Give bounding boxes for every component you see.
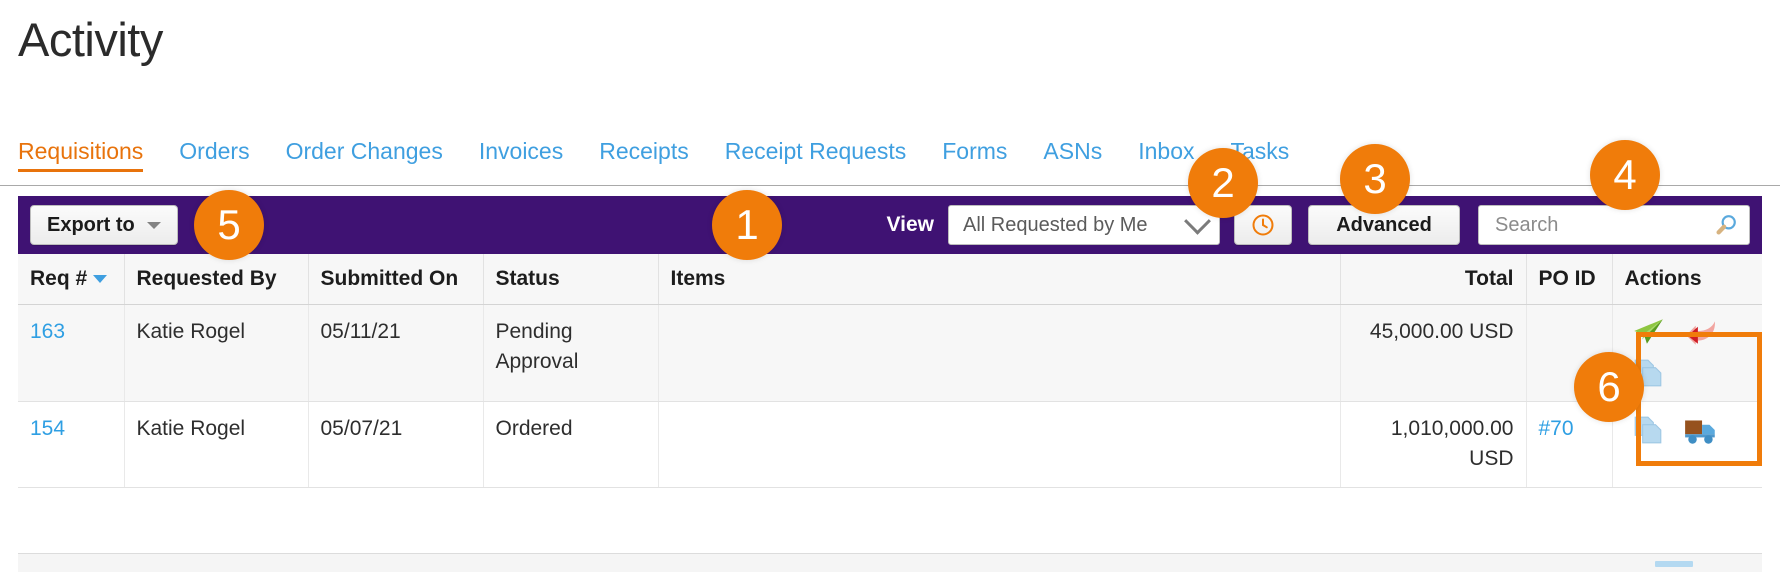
column-label: Actions (1624, 267, 1702, 290)
column-header-submitted-on[interactable]: Submitted On (308, 254, 484, 305)
footer-scroll-chip[interactable] (1655, 561, 1693, 567)
cell-requested-by: Katie Rogel (124, 401, 309, 488)
callout-marker-2: 2 (1188, 148, 1258, 218)
column-header-req[interactable]: Req # (18, 254, 125, 305)
tab-receipts[interactable]: Receipts (581, 138, 706, 174)
callout-marker-3: 3 (1340, 144, 1410, 214)
cell-status: Pending Approval (483, 304, 659, 402)
callout-marker-5: 5 (194, 190, 264, 260)
footer-bar (18, 554, 1762, 572)
column-label: Req # (30, 267, 88, 290)
column-header-status[interactable]: Status (483, 254, 659, 305)
chevron-down-icon (146, 221, 161, 229)
view-label: View (886, 213, 934, 236)
callout-marker-6: 6 (1574, 352, 1644, 422)
page-title: Activity (18, 13, 163, 66)
magnifier-icon[interactable] (1713, 212, 1739, 238)
cell-status: Ordered (483, 401, 659, 488)
tab-label: Forms (942, 138, 1008, 164)
row-action-group (1625, 317, 1751, 389)
tab-order-changes[interactable]: Order Changes (268, 138, 461, 174)
column-label: Status (495, 267, 560, 290)
cell-req[interactable]: 163 (18, 304, 125, 402)
grid-toolbar: Export to View All Requested by Me Advan… (18, 196, 1762, 254)
send-icon[interactable] (1631, 317, 1665, 347)
column-header-po-id[interactable]: PO ID (1526, 254, 1613, 305)
column-label: Items (670, 267, 726, 290)
cell-items (658, 304, 1341, 402)
cell-requested-by: Katie Rogel (124, 304, 309, 402)
cell-total: 45,000.00 USD (1340, 304, 1527, 402)
column-header-actions: Actions (1612, 254, 1762, 305)
receive-truck-icon[interactable] (1683, 415, 1719, 445)
view-select[interactable]: All Requested by Me (948, 205, 1220, 245)
callout-marker-1: 1 (712, 190, 782, 260)
copy-icon[interactable] (1631, 414, 1665, 446)
tab-receipt-requests[interactable]: Receipt Requests (707, 138, 925, 174)
activity-tab-bar: Requisitions Orders Order Changes Invoic… (18, 138, 1307, 174)
column-label: Total (1464, 267, 1514, 290)
tab-invoices[interactable]: Invoices (461, 138, 581, 174)
withdraw-icon[interactable] (1683, 317, 1717, 347)
tab-requisitions[interactable]: Requisitions (18, 138, 161, 174)
cell-actions (1612, 401, 1762, 488)
table-row[interactable]: 163 Katie Rogel 05/11/21 Pending Approva… (18, 304, 1762, 402)
column-label: Submitted On (320, 267, 459, 290)
column-header-items[interactable]: Items (658, 254, 1341, 305)
search-box[interactable] (1478, 205, 1750, 245)
tab-asns[interactable]: ASNs (1025, 138, 1120, 174)
column-header-total[interactable]: Total (1340, 254, 1527, 305)
cell-req[interactable]: 154 (18, 401, 125, 488)
column-label: PO ID (1538, 267, 1596, 290)
tab-label: Requisitions (18, 138, 144, 164)
req-link[interactable]: 154 (30, 417, 65, 440)
cell-submitted-on: 05/11/21 (308, 304, 484, 402)
cell-total: 1,010,000.00 USD (1340, 401, 1527, 488)
column-header-requested-by[interactable]: Requested By (124, 254, 309, 305)
column-label: Requested By (136, 267, 277, 290)
cell-items (658, 401, 1341, 488)
tab-label: Receipt Requests (724, 138, 907, 164)
tab-forms[interactable]: Forms (924, 138, 1025, 174)
tab-label: ASNs (1043, 138, 1103, 164)
clock-icon (1252, 214, 1274, 236)
requisitions-table: Req # Requested By Submitted On Status I… (18, 254, 1762, 488)
callout-marker-4: 4 (1590, 140, 1660, 210)
table-header-row: Req # Requested By Submitted On Status I… (18, 254, 1762, 305)
tab-label: Invoices (478, 138, 564, 164)
tab-label: Inbox (1138, 138, 1195, 164)
table-row[interactable]: 154 Katie Rogel 05/07/21 Ordered 1,010,0… (18, 401, 1762, 488)
tab-label: Order Changes (285, 138, 443, 164)
row-action-group (1625, 414, 1751, 446)
cell-submitted-on: 05/07/21 (308, 401, 484, 488)
sort-descending-icon (93, 275, 108, 284)
tab-label: Orders (179, 138, 250, 164)
advanced-label: Advanced (1336, 213, 1432, 236)
tab-orders[interactable]: Orders (161, 138, 267, 174)
tab-label: Receipts (599, 138, 689, 164)
tab-bar-divider (0, 185, 1780, 186)
view-select-value: All Requested by Me (963, 213, 1148, 236)
po-link[interactable]: #70 (1539, 417, 1574, 440)
search-input[interactable] (1493, 212, 1697, 238)
req-link[interactable]: 163 (30, 320, 65, 343)
export-to-label: Export to (47, 213, 135, 236)
export-to-button[interactable]: Export to (30, 205, 178, 245)
